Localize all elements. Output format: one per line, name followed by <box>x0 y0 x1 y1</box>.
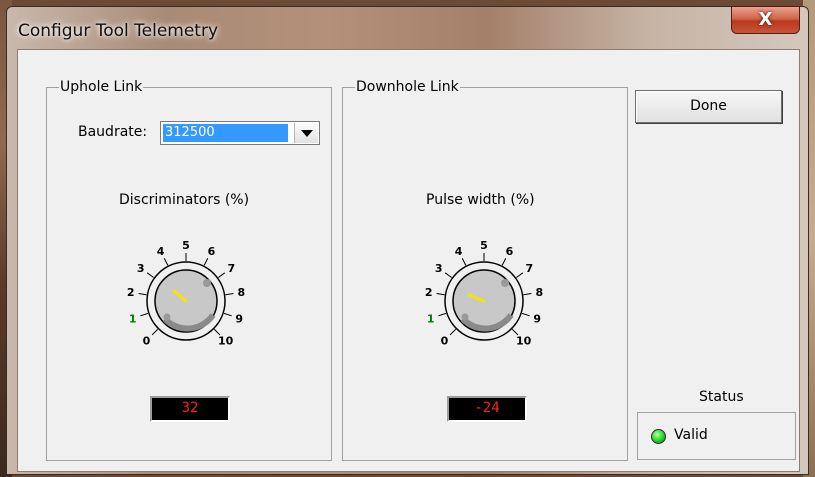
knob-tick <box>146 272 154 278</box>
knob-scale-label: 0 <box>143 335 151 348</box>
discriminators-value: 32 <box>181 400 199 416</box>
baudrate-label: Baudrate: <box>78 124 148 140</box>
dialog-window: Configur Tool Telemetry X Uphole Link Ba… <box>6 6 809 475</box>
knob-scale-label: 8 <box>237 286 245 299</box>
knob-scale-label: 6 <box>208 245 216 258</box>
knob-tick <box>438 312 447 317</box>
knob-scale-label: 9 <box>235 312 243 325</box>
knob-tick <box>203 258 209 266</box>
discriminators-knob[interactable]: 01 234 5 678 910 <box>101 223 261 363</box>
knob-tick <box>501 258 507 266</box>
title-bar[interactable]: Configur Tool Telemetry X <box>7 6 808 49</box>
chevron-down-icon <box>301 130 313 137</box>
knob-tick <box>521 312 530 317</box>
discriminators-readout: 32 <box>150 396 230 422</box>
close-button[interactable]: X <box>731 6 800 34</box>
knob-tick <box>449 328 457 336</box>
window-title: Configur Tool Telemetry <box>18 21 219 41</box>
close-icon: X <box>758 9 773 30</box>
downhole-link-group: Downhole Link Pulse width (%) 01 234 5 678 9… <box>342 79 628 461</box>
downhole-link-label: Downhole Link <box>355 79 460 95</box>
knob-grip <box>501 279 509 287</box>
knob-scale-label: 10 <box>218 335 234 348</box>
status-title: Status <box>699 389 744 405</box>
knob-tick <box>436 292 445 296</box>
pulse-width-readout: -24 <box>447 396 527 422</box>
knob-tick <box>461 258 467 266</box>
baudrate-dropdown-button[interactable] <box>294 123 318 143</box>
knob-scale-label: 1 <box>129 312 137 325</box>
knob-scale-label: 3 <box>435 262 443 275</box>
done-button[interactable]: Done <box>635 90 782 123</box>
pulse-width-value: -24 <box>474 400 500 416</box>
knob-tick <box>151 328 159 336</box>
knob-tick <box>163 258 169 266</box>
knob-scale-label: 2 <box>425 286 433 299</box>
knob-scale-label: 10 <box>516 335 532 348</box>
dialog-client-area: Uphole Link Baudrate: 312500 Discriminat… <box>17 49 800 472</box>
pulse-width-knob[interactable]: 01 234 5 678 910 <box>399 223 559 363</box>
knob-tick <box>218 272 226 278</box>
knob-scale-label: 3 <box>137 262 145 275</box>
uphole-link-group: Uphole Link Baudrate: 312500 Discriminat… <box>46 79 332 461</box>
knob-scale-label: 5 <box>182 239 190 252</box>
knob-tick <box>444 272 452 278</box>
knob-scale-label: 1 <box>427 312 435 325</box>
knob-scale-label: 4 <box>455 245 463 258</box>
knob-grip <box>203 279 211 287</box>
status-led-icon <box>651 429 666 444</box>
status-value: Valid <box>674 427 708 443</box>
knob-scale-label: 2 <box>127 286 135 299</box>
knob-scale-label: 0 <box>441 335 449 348</box>
discriminators-title: Discriminators (%) <box>119 192 250 208</box>
knob-tick <box>523 292 532 296</box>
knob-grip <box>163 313 171 321</box>
baudrate-selected-value: 312500 <box>163 124 288 142</box>
knob-scale-label: 4 <box>157 245 165 258</box>
knob-scale-label: 6 <box>506 245 514 258</box>
knob-scale-label: 9 <box>533 312 541 325</box>
knob-tick <box>140 312 149 317</box>
knob-scale-label: 8 <box>535 286 543 299</box>
uphole-link-label: Uphole Link <box>59 79 144 95</box>
knob-scale-label: 5 <box>480 239 488 252</box>
knob-grip <box>461 313 469 321</box>
knob-scale-label: 7 <box>525 262 533 275</box>
knob-tick <box>138 292 147 296</box>
pulse-width-title: Pulse width (%) <box>426 192 535 208</box>
knob-tick <box>225 292 234 296</box>
knob-tick <box>223 312 232 317</box>
baudrate-select[interactable]: 312500 <box>160 121 320 145</box>
status-box: Valid <box>637 412 796 460</box>
knob-tick <box>516 272 524 278</box>
knob-scale-label: 7 <box>227 262 235 275</box>
